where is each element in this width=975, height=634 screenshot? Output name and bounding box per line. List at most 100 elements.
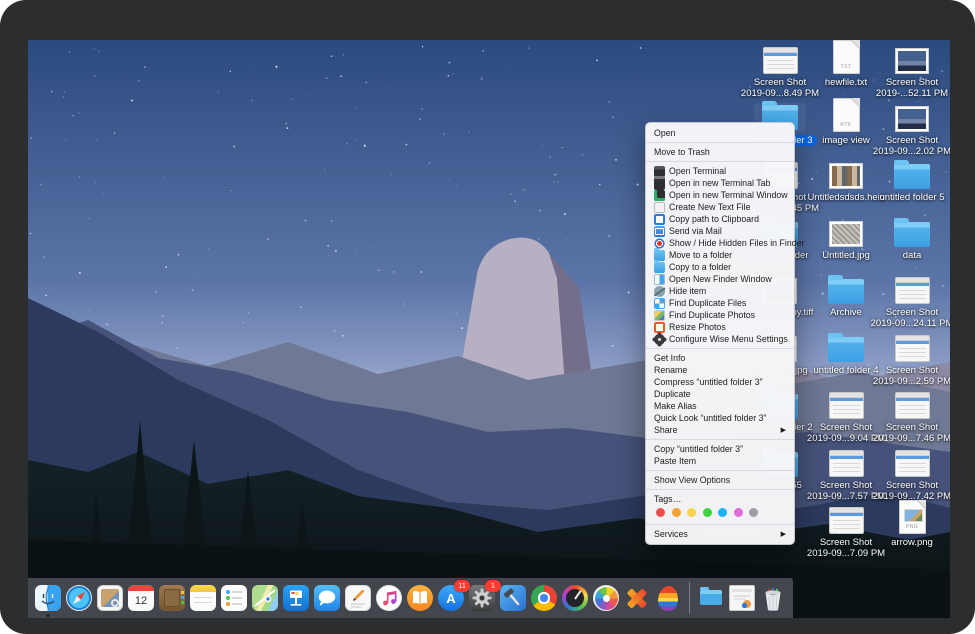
dock-color-meter-icon[interactable] (561, 584, 589, 612)
menu-item-make-alias[interactable]: Make Alias (646, 400, 794, 412)
menu-item-services[interactable]: Services▶ (646, 528, 794, 540)
dock-keynote-icon[interactable] (282, 584, 310, 612)
menu-item-open-new-finder-window[interactable]: Open New Finder Window (646, 273, 794, 285)
dock-dock-folder-icon[interactable] (697, 584, 725, 612)
menu-item-move-to-trash[interactable]: Move to Trash (646, 146, 794, 158)
menu-item-quick-look-untitled-folder-3[interactable]: Quick Look “untitled folder 3” (646, 412, 794, 424)
dock-photos-icon[interactable] (592, 584, 620, 612)
menu-item-open-in-new-terminal-tab[interactable]: Open in new Terminal Tab (646, 177, 794, 189)
menu-separator (646, 142, 794, 143)
item-label-line: Screen Shot (867, 480, 950, 491)
menu-item-compress-untitled-folder-3[interactable]: Compress “untitled folder 3” (646, 376, 794, 388)
menu-item-copy-to-a-folder[interactable]: Copy to a folder (646, 261, 794, 273)
image-file-icon (829, 163, 863, 189)
dock-ibooks-icon[interactable] (406, 584, 434, 612)
dock-rainbow-head-app-icon[interactable] (654, 584, 682, 612)
dock-preview-icon[interactable] (96, 584, 124, 612)
tag-dot-2[interactable] (687, 508, 696, 517)
menu-separator (646, 439, 794, 440)
desktop-item-screen-shot-2019-09-7-46-pm[interactable]: Screen Shot2019-09...7.46 PM (880, 387, 944, 444)
menu-item-move-to-a-folder[interactable]: Move to a folder (646, 249, 794, 261)
menu-item-show-view-options[interactable]: Show View Options (646, 474, 794, 486)
dock-app-store-icon[interactable]: A11 (437, 584, 465, 612)
desktop-item-screen-shot-2019-09-24-11-pm[interactable]: Screen Shot2019-09...24.11 PM (880, 272, 944, 329)
terminal-icon (654, 166, 665, 177)
dock-trash-icon[interactable] (759, 584, 787, 612)
menu-item-rename[interactable]: Rename (646, 364, 794, 376)
menu-item-send-via-mail[interactable]: Send via Mail (646, 225, 794, 237)
dock-maps-icon[interactable] (251, 584, 279, 612)
notification-badge: 11 (454, 580, 470, 592)
desktop-item-screen-shot-2019-09-2-59-pm[interactable]: Screen Shot2019-09...2.59 PM (880, 330, 944, 387)
desktop-item-screen-shot-2019-09-7-09-pm[interactable]: Screen Shot2019-09...7.09 PM (814, 502, 878, 559)
folder-sm-icon (654, 262, 665, 273)
menu-item-resize-photos[interactable]: Resize Photos (646, 321, 794, 333)
menu-item-find-duplicate-files[interactable]: Find Duplicate Files (646, 297, 794, 309)
desktop-item-data[interactable]: data (880, 215, 944, 261)
menu-item-label: Create New Text File (669, 202, 750, 212)
tag-dot-4[interactable] (718, 508, 727, 517)
menu-item-paste-item[interactable]: Paste Item (646, 455, 794, 467)
dock-messages-icon[interactable] (313, 584, 341, 612)
menu-item-open-in-new-terminal-window[interactable]: Open in new Terminal Window (646, 189, 794, 201)
dock-minimized-window-icon[interactable] (728, 584, 756, 612)
menu-item-tags[interactable]: Tags… (646, 493, 794, 505)
menu-item-show-hide-hidden-files-in-finder[interactable]: Show / Hide Hidden Files in Finder (646, 237, 794, 249)
document-file-icon: TXT (833, 40, 860, 74)
document-file-icon: PNG (899, 500, 926, 534)
menu-item-get-info[interactable]: Get Info (646, 352, 794, 364)
dock-safari-icon[interactable] (65, 584, 93, 612)
item-label-line: 2019-09...7.09 PM (801, 548, 891, 559)
tag-dot-6[interactable] (749, 508, 758, 517)
dup-photos-icon (654, 310, 665, 321)
tag-dot-1[interactable] (672, 508, 681, 517)
menu-item-open-terminal[interactable]: Open Terminal (646, 165, 794, 177)
menu-item-hide-item[interactable]: Hide item (646, 285, 794, 297)
desktop-item-untitled-folder-5[interactable]: untitled folder 5 (880, 157, 944, 203)
menu-item-label: Configure Wise Menu Settings (669, 334, 788, 344)
menu-item-label: Paste Item (654, 456, 696, 466)
dock-pages-icon[interactable] (344, 584, 372, 612)
submenu-arrow-icon: ▶ (781, 530, 786, 538)
tag-dot-5[interactable] (734, 508, 743, 517)
mail-icon (654, 226, 665, 237)
menu-item-copy-untitled-folder-3[interactable]: Copy “untitled folder 3” (646, 443, 794, 455)
document-file-icon: RTF (833, 98, 860, 132)
menu-separator (646, 161, 794, 162)
dock-itunes-icon[interactable] (375, 584, 403, 612)
dock-finder-icon[interactable] (34, 584, 62, 612)
menu-item-label: Move to Trash (654, 147, 710, 157)
desktop-item-arrow-png[interactable]: PNGarrow.png (880, 502, 944, 548)
tag-dot-0[interactable] (656, 508, 665, 517)
menu-item-share[interactable]: Share▶ (646, 424, 794, 436)
desktop-item-screen-shot-2019-09-7-42-pm[interactable]: Screen Shot2019-09...7.42 PM (880, 445, 944, 502)
dock-contacts-icon[interactable] (158, 584, 186, 612)
menu-item-label: Open in new Terminal Tab (669, 178, 770, 188)
desktop-item-screen-shot-2019-52-11-pm[interactable]: Screen Shot2019-...52.11 PM (880, 42, 944, 99)
dock-calendar-icon[interactable]: 12 (127, 584, 155, 612)
screenshot-file-icon (895, 392, 930, 419)
dock-chrome-icon[interactable] (530, 584, 558, 612)
notification-badge: 1 (485, 580, 501, 592)
item-label-line: Screen Shot (867, 135, 950, 146)
menu-item-find-duplicate-photos[interactable]: Find Duplicate Photos (646, 309, 794, 321)
dock-xcode-icon[interactable] (499, 584, 527, 612)
menu-item-configure-wise-menu-settings[interactable]: Configure Wise Menu Settings (646, 333, 794, 345)
menu-item-copy-path-to-clipboard[interactable]: Copy path to Clipboard (646, 213, 794, 225)
menu-item-label: Copy path to Clipboard (669, 214, 759, 224)
dock-notes-icon[interactable] (189, 584, 217, 612)
dock-system-preferences-icon[interactable]: 1 (468, 584, 496, 612)
dock-reminders-icon[interactable] (220, 584, 248, 612)
menu-item-create-new-text-file[interactable]: Create New Text File (646, 201, 794, 213)
menu-item-open[interactable]: Open (646, 127, 794, 139)
dock-x-app-icon[interactable] (623, 584, 651, 612)
eye-icon (654, 238, 665, 249)
menu-item-duplicate[interactable]: Duplicate (646, 388, 794, 400)
tag-dot-3[interactable] (703, 508, 712, 517)
context-menu: OpenMove to TrashOpen TerminalOpen in ne… (645, 122, 795, 545)
menu-item-label: Copy to a folder (669, 262, 731, 272)
desktop-item-screen-shot-2019-09-8-49-pm[interactable]: Screen Shot2019-09...8.49 PM (748, 42, 812, 99)
desktop-item-screen-shot-2019-09-2-02-pm[interactable]: Screen Shot2019-09...2.02 PM (880, 100, 944, 157)
image-file-icon (895, 106, 929, 132)
screenshot-file-icon (763, 47, 798, 74)
